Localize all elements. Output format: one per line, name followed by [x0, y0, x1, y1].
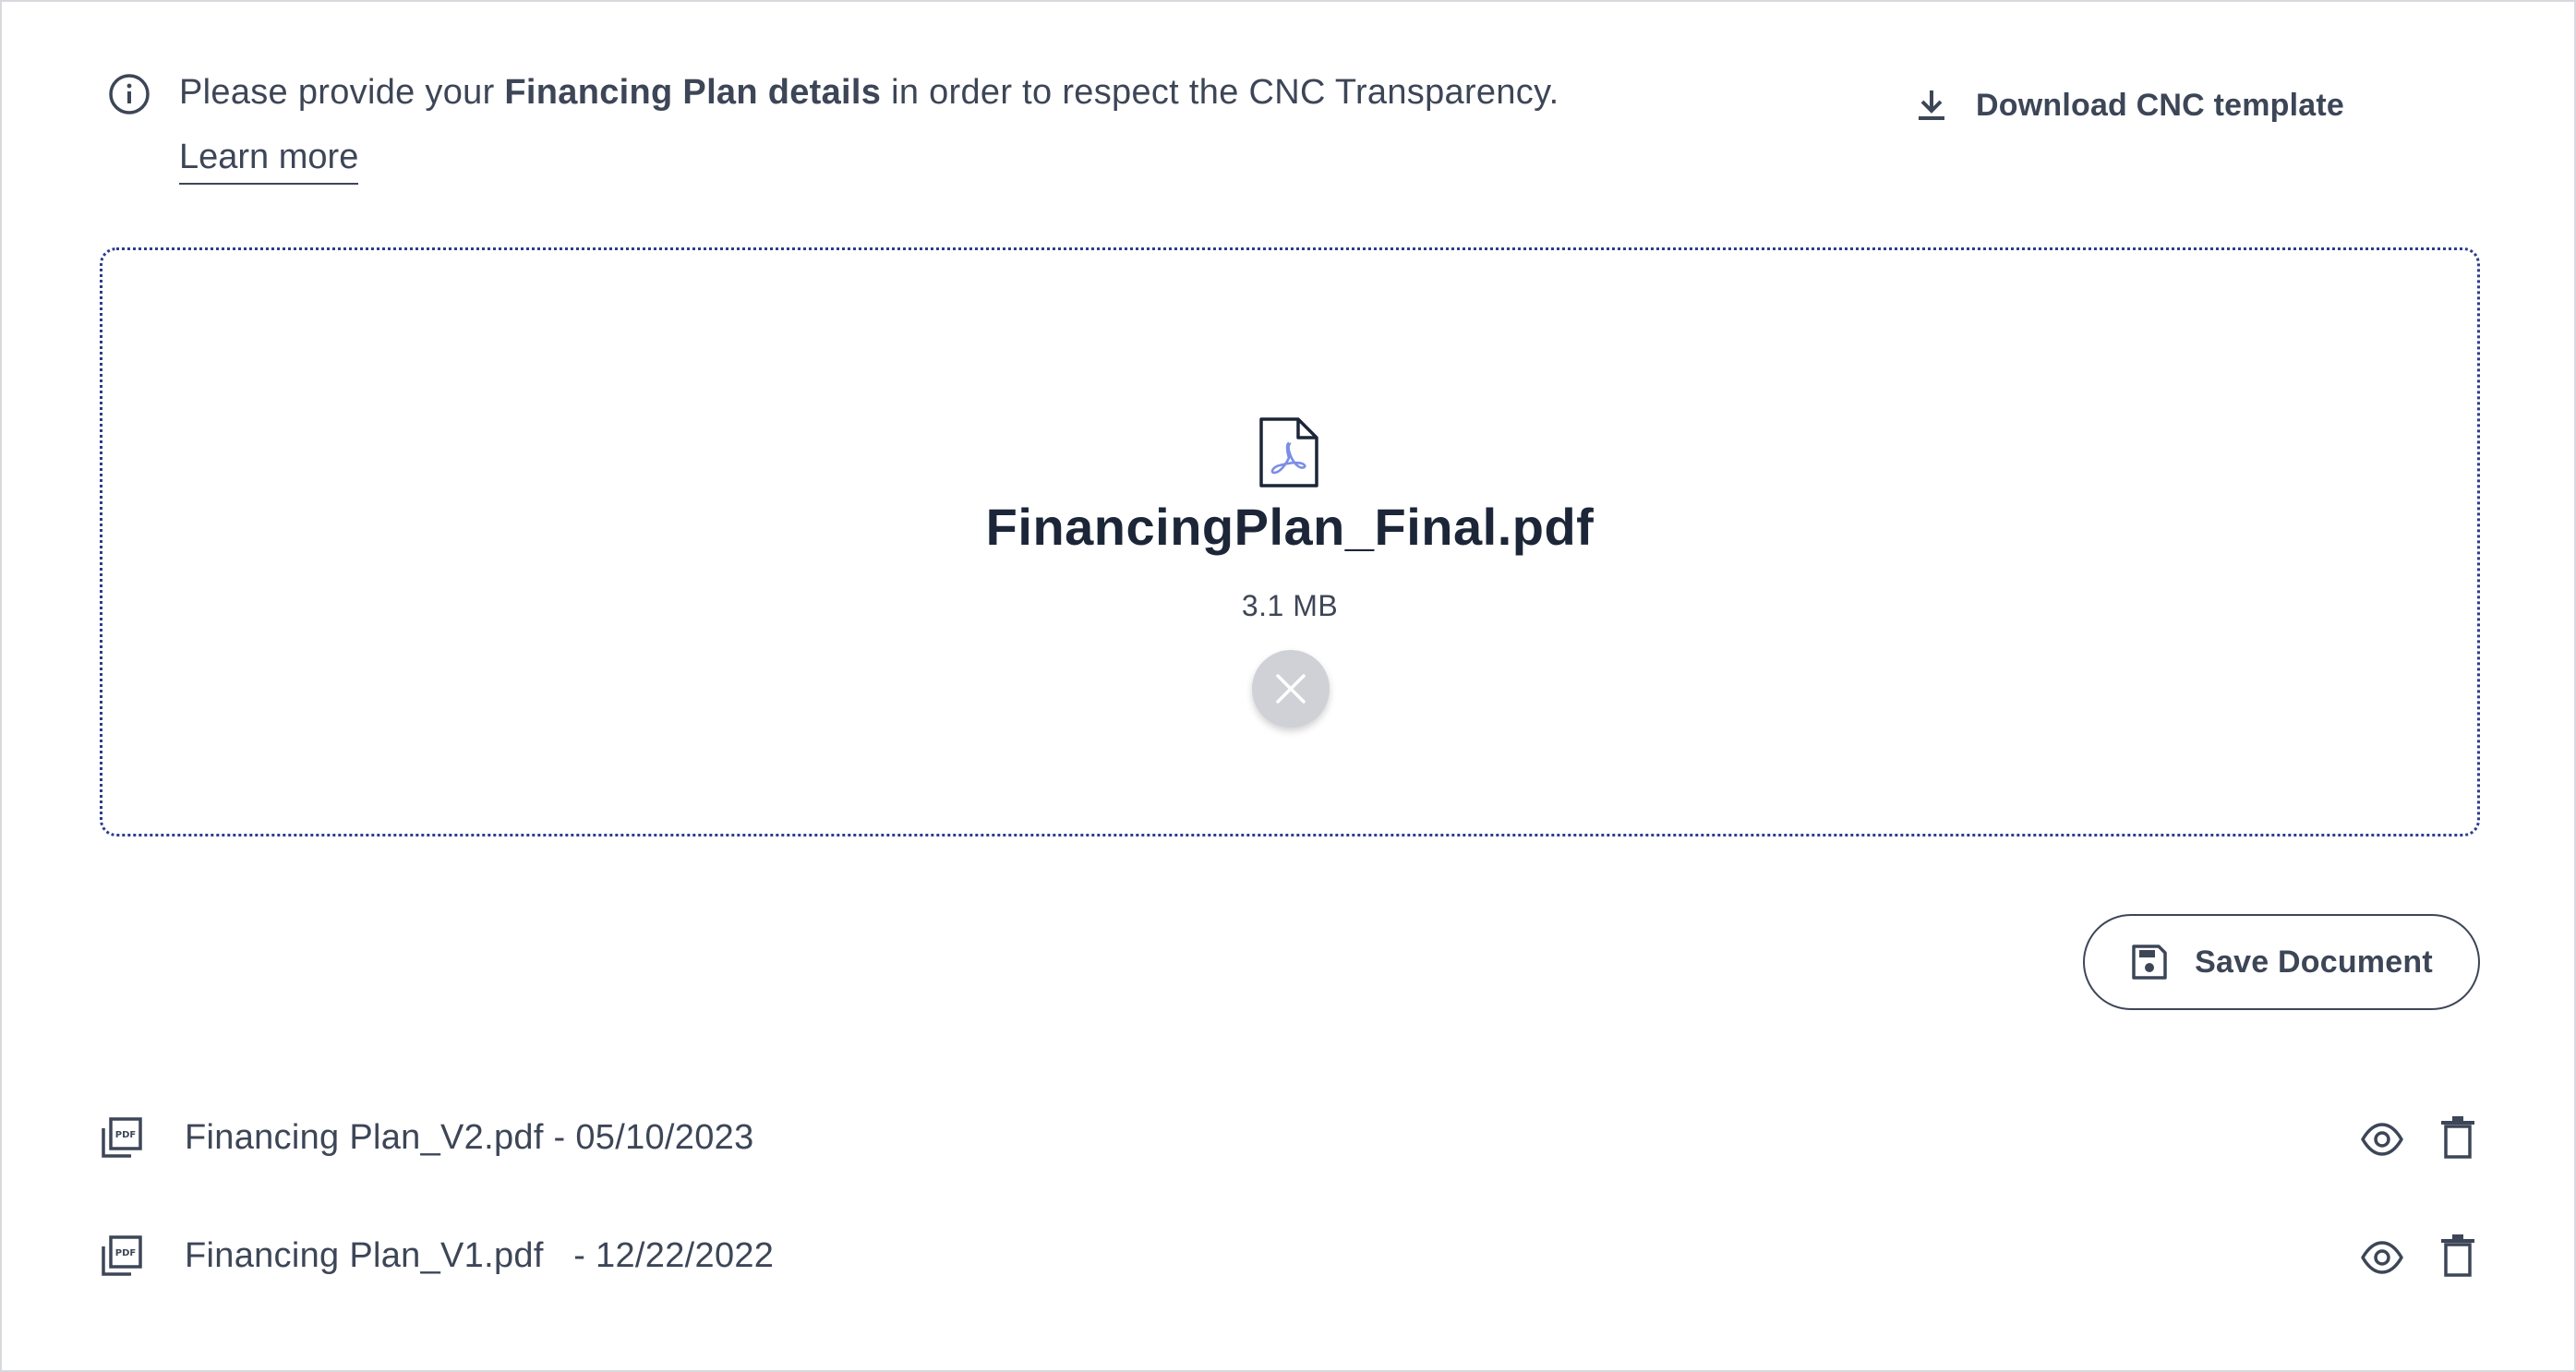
- pdf-document-icon: PDF: [102, 1117, 142, 1158]
- download-template-label: Download CNC template: [1976, 87, 2345, 123]
- document-label[interactable]: Financing Plan_V2.pdf - 05/10/2023: [185, 1112, 754, 1163]
- document-row: PDF Financing Plan_V2.pdf - 05/10/2023: [100, 1102, 2480, 1176]
- eye-icon[interactable]: [2360, 1119, 2404, 1160]
- trash-icon[interactable]: [2439, 1115, 2476, 1160]
- info-message: Please provide your Financing Plan detai…: [179, 66, 1559, 118]
- eye-icon[interactable]: [2360, 1237, 2404, 1278]
- remove-file-button[interactable]: [1252, 650, 1330, 728]
- info-icon: [109, 74, 150, 114]
- uploaded-file-name: FinancingPlan_Final.pdf: [985, 498, 1595, 556]
- document-label[interactable]: Financing Plan_V1.pdf - 12/22/2022: [185, 1230, 774, 1282]
- uploaded-file-size: 3.1 MB: [1241, 589, 1339, 622]
- upload-panel: Please provide your Financing Plan detai…: [0, 0, 2576, 1372]
- download-icon: [1919, 90, 1944, 120]
- pdf-file-icon: [1259, 417, 1318, 487]
- save-document-label: Save Document: [2195, 944, 2433, 980]
- download-template-link[interactable]: Download CNC template: [1911, 79, 2344, 131]
- info-text-emphasis: Financing Plan details: [504, 73, 882, 112]
- info-text-end: in order to respect the CNC Transparency…: [881, 73, 1559, 112]
- save-document-button[interactable]: Save Document: [2083, 914, 2480, 1010]
- document-row: PDF Financing Plan_V1.pdf - 12/22/2022: [100, 1221, 2480, 1294]
- learn-more-link[interactable]: Learn more: [179, 131, 359, 185]
- info-text-start: Please provide your: [179, 73, 505, 112]
- svg-text:PDF: PDF: [115, 1248, 136, 1258]
- close-icon: [1276, 674, 1306, 704]
- pdf-document-icon: PDF: [102, 1235, 142, 1276]
- svg-text:PDF: PDF: [115, 1130, 136, 1140]
- floppy-disk-icon: [2132, 945, 2167, 980]
- trash-icon[interactable]: [2439, 1234, 2476, 1278]
